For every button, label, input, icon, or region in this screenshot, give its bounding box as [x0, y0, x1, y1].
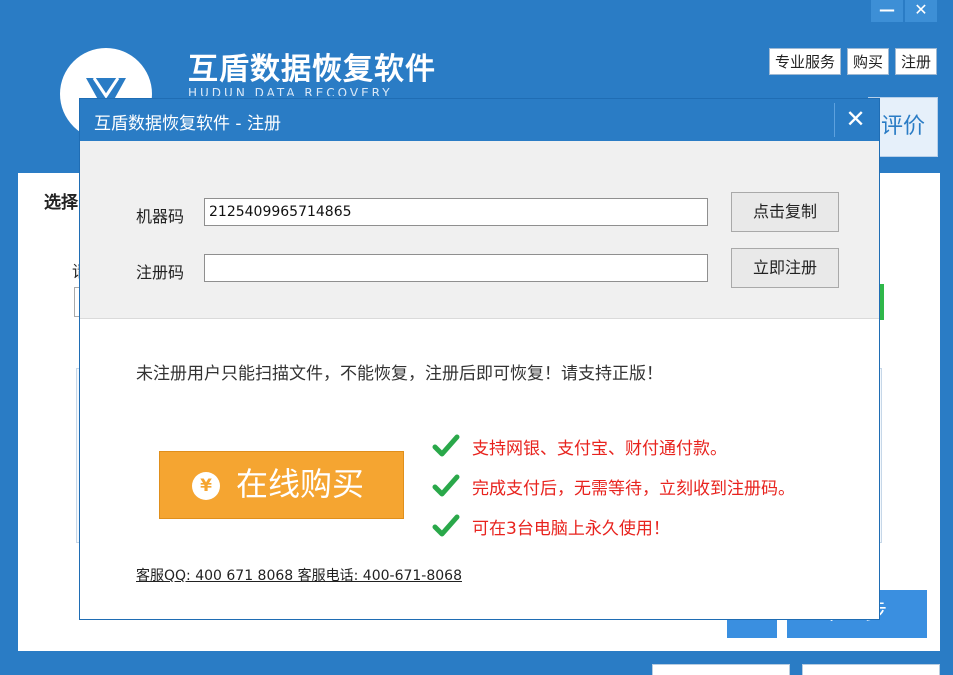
- list-item: 完成支付后，无需等待，立刻收到注册码。: [432, 466, 795, 506]
- register-notice: 未注册用户只能扫描文件，不能恢复，注册后即可恢复！请支持正版！: [136, 364, 663, 384]
- top-links: 专业服务 购买 注册: [768, 48, 937, 75]
- app-subtitle: HUDUN DATA RECOVERY: [188, 86, 393, 96]
- reg-code-input[interactable]: [204, 254, 708, 282]
- machine-code-label: 机器码: [136, 207, 185, 226]
- check-icon: [432, 474, 460, 497]
- bottom-button-right[interactable]: [802, 664, 940, 675]
- register-dialog: 互盾数据恢复软件 - 注册 ✕ 机器码 点击复制 注册码 立即注册 未注册用户只…: [79, 98, 880, 620]
- yen-icon: ¥: [192, 472, 220, 500]
- registration-form: 机器码 点击复制 注册码 立即注册: [80, 141, 879, 319]
- buy-online-button[interactable]: ¥ 在线购买: [159, 451, 404, 519]
- buy-online-label: 在线购买: [236, 465, 365, 503]
- register-now-button[interactable]: 立即注册: [731, 248, 839, 288]
- machine-code-field[interactable]: [204, 198, 708, 226]
- reg-code-label: 注册码: [136, 263, 185, 282]
- list-item: 支持网银、支付宝、财付通付款。: [432, 426, 795, 466]
- check-icon: [432, 434, 460, 457]
- feature-text: 可在3台电脑上永久使用！: [472, 518, 670, 539]
- bottom-button-left[interactable]: [652, 664, 790, 675]
- dialog-titlebar: 互盾数据恢复软件 - 注册 ✕: [80, 99, 879, 141]
- service-link[interactable]: 专业服务: [768, 48, 841, 75]
- check-icon: [432, 514, 460, 537]
- list-item: 可在3台电脑上永久使用！: [432, 506, 795, 546]
- feature-list: 支持网银、支付宝、财付通付款。 完成支付后，无需等待，立刻收到注册码。 可在3台…: [432, 426, 795, 546]
- register-link[interactable]: 注册: [894, 48, 937, 75]
- panel-heading: 选择: [44, 193, 78, 213]
- minimize-button[interactable]: —: [871, 0, 903, 22]
- dialog-title: 互盾数据恢复软件 - 注册: [94, 114, 281, 134]
- close-window-button[interactable]: ✕: [905, 0, 937, 22]
- feature-text: 支持网银、支付宝、财付通付款。: [472, 438, 727, 459]
- contact-info: 客服QQ: 400 671 8068 客服电话: 400-671-8068: [136, 568, 462, 584]
- copy-button[interactable]: 点击复制: [731, 192, 839, 232]
- app-title: 互盾数据恢复软件: [188, 52, 436, 87]
- dialog-close-icon[interactable]: ✕: [834, 103, 876, 137]
- feature-text: 完成支付后，无需等待，立刻收到注册码。: [472, 478, 795, 499]
- buy-link[interactable]: 购买: [846, 48, 889, 75]
